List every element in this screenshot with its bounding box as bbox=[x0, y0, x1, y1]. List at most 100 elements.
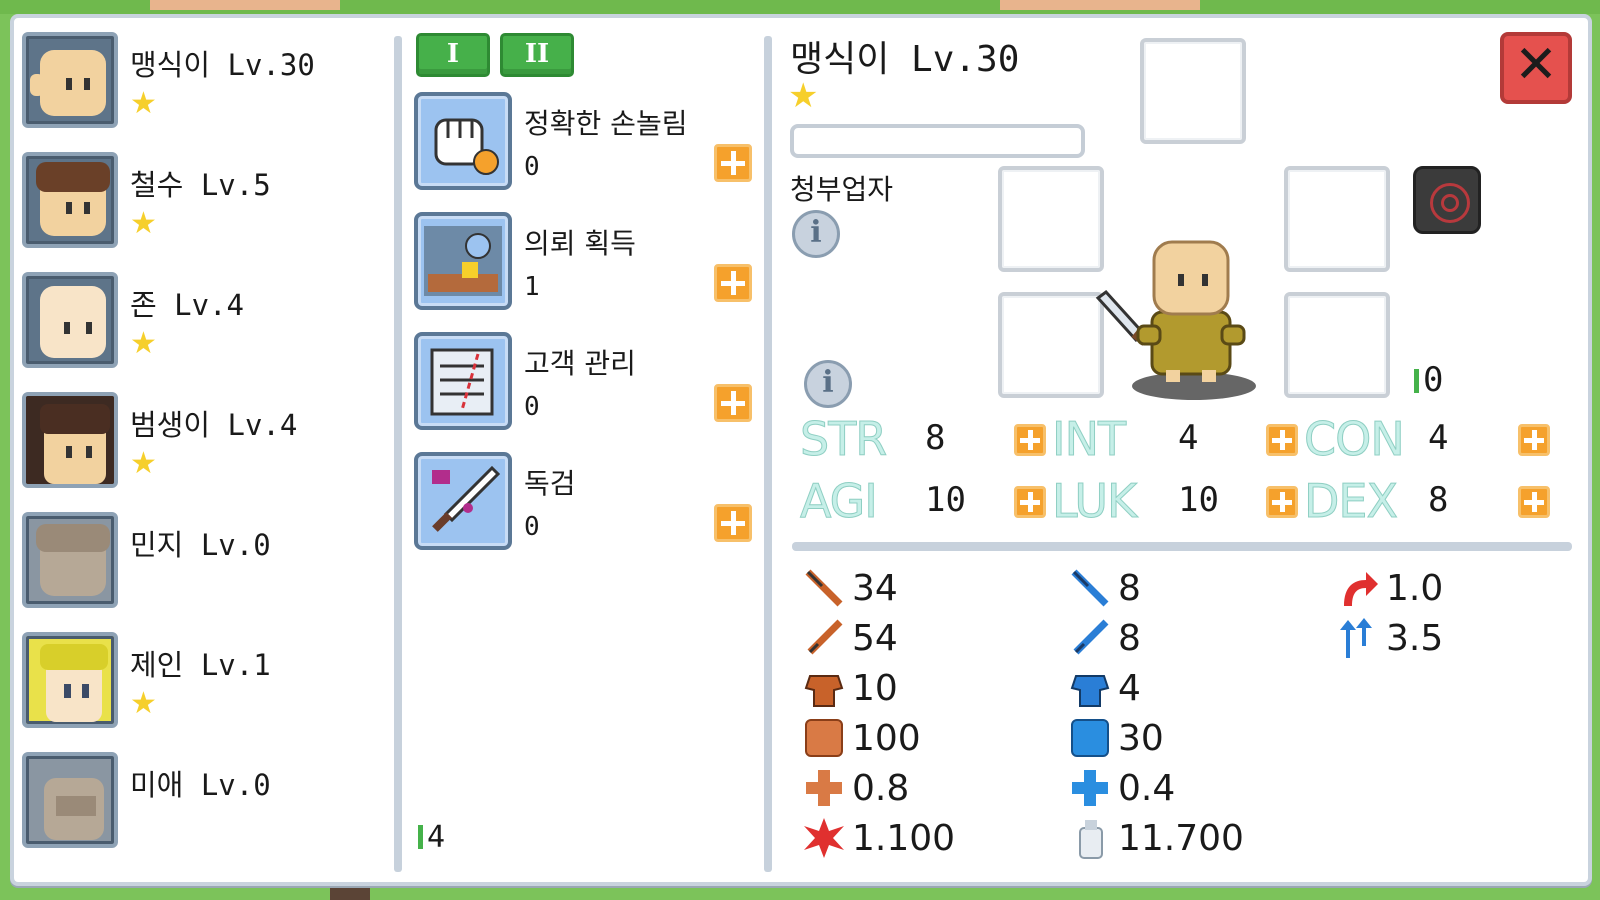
info-icon[interactable]: i bbox=[804, 360, 852, 408]
info-icon[interactable]: i bbox=[792, 210, 840, 258]
attack-speed-value: 1.0 bbox=[1386, 568, 1444, 609]
hp-value: 100 bbox=[852, 718, 921, 759]
point-icon bbox=[1414, 369, 1419, 393]
mp-value: 30 bbox=[1118, 718, 1164, 759]
request-icon bbox=[414, 212, 512, 310]
crit-icon bbox=[804, 818, 844, 858]
bald-face-portrait bbox=[22, 272, 118, 368]
luk-plus-button[interactable] bbox=[1266, 486, 1298, 518]
con-plus-button[interactable] bbox=[1518, 424, 1550, 456]
skill-plus-button[interactable] bbox=[714, 264, 752, 302]
skill-row[interactable]: 정확한 손놀림 0 bbox=[410, 92, 750, 202]
character-name: 제인 Lv.1 bbox=[130, 648, 271, 682]
agi-plus-button[interactable] bbox=[1014, 486, 1046, 518]
physical-attack-icon bbox=[805, 569, 843, 607]
dex-plus-button[interactable] bbox=[1518, 486, 1550, 518]
target-icon[interactable] bbox=[1413, 166, 1481, 234]
physical-armor-icon bbox=[804, 675, 844, 707]
mp-icon bbox=[1071, 719, 1109, 757]
star-icon: ★ bbox=[130, 326, 157, 361]
character-row[interactable]: 민지 Lv.0 bbox=[14, 512, 364, 612]
magic-armor-value: 4 bbox=[1118, 668, 1141, 709]
character-row[interactable]: 범생이 Lv.4 ★ bbox=[14, 392, 364, 492]
stat-label-str: STR bbox=[799, 412, 887, 467]
stat-points-value: 0 bbox=[1423, 360, 1444, 400]
star-icon: ★ bbox=[788, 76, 819, 116]
skill-row[interactable]: 독검 0 bbox=[410, 452, 750, 562]
brown-hair-face-portrait bbox=[22, 152, 118, 248]
character-row[interactable]: 제인 Lv.1 ★ bbox=[14, 632, 364, 732]
skill-tab-1[interactable]: I bbox=[416, 33, 490, 77]
skill-points-value: 4 bbox=[427, 820, 446, 855]
stat-label-dex: DEX bbox=[1304, 474, 1399, 529]
skill-divider bbox=[764, 36, 772, 872]
locked-face-portrait bbox=[22, 512, 118, 608]
character-row[interactable]: 존 Lv.4 ★ bbox=[14, 272, 364, 372]
stat-value-luk: 10 bbox=[1178, 480, 1219, 520]
stat-label-int: INT bbox=[1051, 412, 1126, 467]
physical-attack-value: 34 bbox=[852, 568, 898, 609]
equipment-slot-right-lower[interactable] bbox=[1284, 292, 1390, 398]
skill-plus-button[interactable] bbox=[714, 144, 752, 182]
stat-value-con: 4 bbox=[1428, 418, 1449, 458]
skill-plus-button[interactable] bbox=[714, 504, 752, 542]
equipment-slot-head[interactable] bbox=[1140, 38, 1246, 144]
skill-level: 1 bbox=[524, 272, 540, 302]
job-title: 청부업자 bbox=[790, 173, 894, 206]
blonde-face-portrait bbox=[22, 632, 118, 728]
hp-icon bbox=[805, 719, 843, 757]
physical-armor-value: 10 bbox=[852, 668, 898, 709]
int-plus-button[interactable] bbox=[1266, 424, 1298, 456]
stat-label-agi: AGI bbox=[800, 474, 879, 529]
skill-level: 0 bbox=[524, 392, 540, 422]
equipment-slot-left-lower[interactable] bbox=[998, 292, 1104, 398]
skill-name: 고객 관리 bbox=[524, 347, 636, 380]
exp-bar bbox=[790, 124, 1085, 158]
skill-tab-2[interactable]: II bbox=[500, 33, 574, 77]
character-name: 민지 Lv.0 bbox=[130, 528, 271, 562]
skill-row[interactable]: 의뢰 획득 1 bbox=[410, 212, 750, 322]
move-speed-icon bbox=[1340, 618, 1372, 658]
stat-value-int: 4 bbox=[1178, 418, 1199, 458]
character-name: 미애 Lv.0 bbox=[130, 768, 271, 802]
stat-value-agi: 10 bbox=[925, 480, 966, 520]
skill-name: 독검 bbox=[524, 467, 576, 500]
str-plus-button[interactable] bbox=[1014, 424, 1046, 456]
dark-hair-face-portrait bbox=[22, 392, 118, 488]
star-icon: ★ bbox=[130, 686, 157, 721]
character-row[interactable]: 철수 Lv.5 ★ bbox=[14, 152, 364, 252]
list-divider bbox=[394, 36, 402, 872]
locked-face-portrait bbox=[22, 752, 118, 848]
equipment-slot-right-upper[interactable] bbox=[1284, 166, 1390, 272]
skill-plus-button[interactable] bbox=[714, 384, 752, 422]
star-icon: ★ bbox=[130, 206, 157, 241]
magic-sword-icon bbox=[1073, 619, 1109, 655]
hp-regen-icon bbox=[806, 770, 842, 806]
skill-name: 의뢰 획득 bbox=[524, 227, 636, 260]
skill-row[interactable]: 고객 관리 0 bbox=[410, 332, 750, 442]
mp-regen-icon bbox=[1072, 770, 1108, 806]
bald-face-portrait bbox=[22, 32, 118, 128]
weight-value: 11.700 bbox=[1118, 818, 1244, 859]
star-icon: ★ bbox=[130, 86, 157, 121]
attack-speed-icon bbox=[1344, 572, 1378, 606]
close-button[interactable]: ✕ bbox=[1500, 32, 1572, 104]
stat-value-str: 8 bbox=[925, 418, 946, 458]
character-row[interactable]: 맹식이 Lv.30 ★ bbox=[14, 32, 364, 132]
selected-character-name: 맹식이 Lv.30 bbox=[790, 39, 1020, 80]
scroll-icon bbox=[414, 332, 512, 430]
character-row[interactable]: 미애 Lv.0 bbox=[14, 752, 364, 852]
skill-level: 0 bbox=[524, 152, 540, 182]
character-name: 존 Lv.4 bbox=[130, 288, 244, 322]
fist-icon bbox=[414, 92, 512, 190]
weight-icon bbox=[1079, 820, 1103, 859]
point-icon bbox=[418, 825, 423, 849]
crit-value: 1.100 bbox=[852, 818, 956, 859]
magic-armor-icon bbox=[1070, 675, 1110, 707]
skill-points: 4 bbox=[418, 820, 445, 855]
skill-name: 정확한 손놀림 bbox=[524, 107, 688, 140]
equipment-slot-left-upper[interactable] bbox=[998, 166, 1104, 272]
hp-regen-value: 0.8 bbox=[852, 768, 910, 809]
magic-attack-icon bbox=[1071, 569, 1109, 607]
character-sprite bbox=[1095, 240, 1256, 400]
